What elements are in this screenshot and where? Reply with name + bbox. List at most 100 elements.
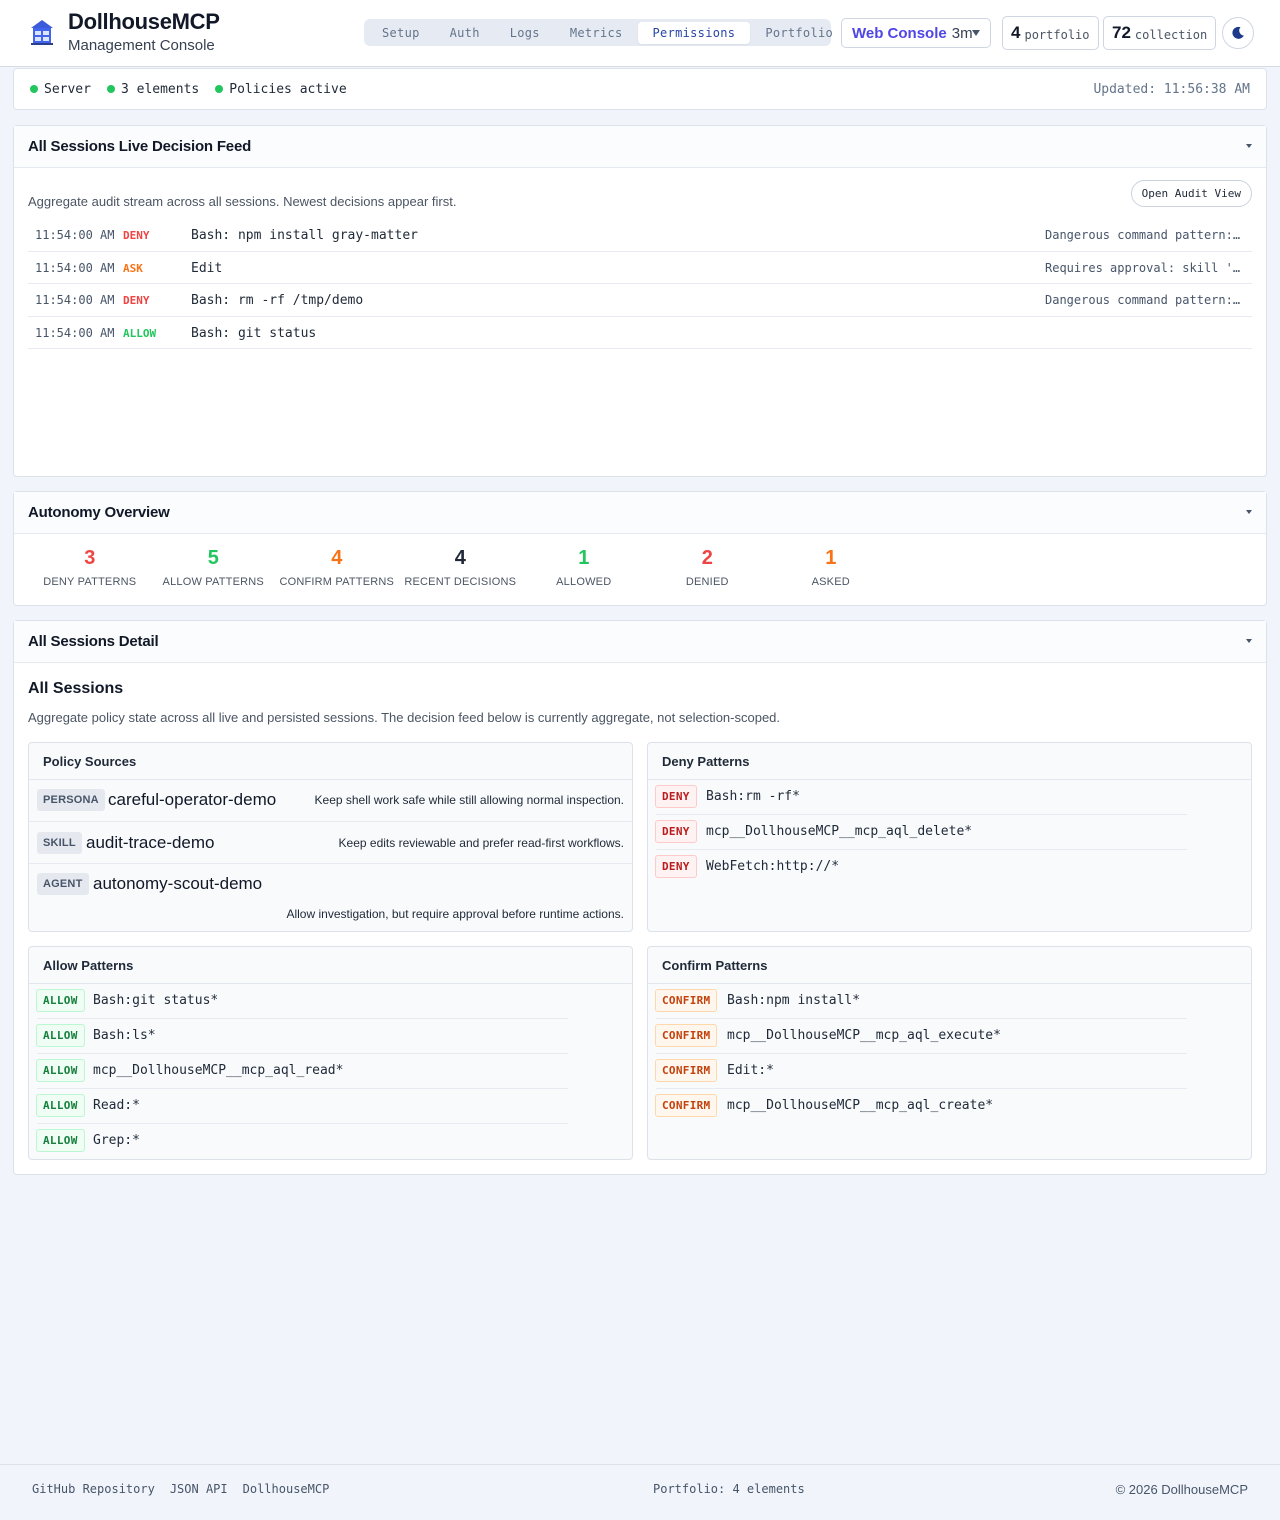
allow-patterns-title: Allow Patterns: [29, 947, 632, 984]
feed-time: 11:54:00 AM: [35, 228, 115, 242]
status-dot-icon: [215, 85, 224, 93]
source-name: autonomy-scout-demo: [93, 874, 263, 893]
allow-badge: ALLOW: [36, 989, 85, 1012]
footer-portfolio-count: Portfolio: 4 elements: [653, 1482, 805, 1496]
collapse-icon[interactable]: [1246, 510, 1252, 514]
allow-badge: ALLOW: [36, 1094, 85, 1117]
tab-permissions[interactable]: Permissions: [637, 21, 751, 44]
stat-value: 1: [825, 547, 837, 569]
stat-allowed: 1 ALLOWED: [522, 547, 646, 588]
portfolio-count-badge[interactable]: 4 portfolio: [1002, 16, 1099, 50]
portfolio-count-label: portfolio: [1024, 28, 1090, 42]
tab-auth[interactable]: Auth: [435, 22, 495, 44]
policies-status-label: Policies active: [229, 81, 347, 97]
collapse-icon[interactable]: [1246, 639, 1252, 643]
policy-source-row[interactable]: PERSONA careful-operator-demo Keep shell…: [29, 780, 632, 822]
dollhouse-logo-icon: [31, 20, 53, 45]
confirm-pattern-row[interactable]: CONFIRM mcp__DollhouseMCP__mcp_aql_creat…: [648, 1089, 1251, 1124]
deny-pattern-row[interactable]: DENY mcp__DollhouseMCP__mcp_aql_delete*: [648, 815, 1251, 850]
feed-decision: DENY: [123, 229, 150, 242]
allow-badge: ALLOW: [36, 1059, 85, 1082]
feed-row[interactable]: 11:54:00 AM DENY Bash: npm install gray-…: [28, 219, 1252, 252]
allow-badge: ALLOW: [36, 1024, 85, 1047]
sessions-detail-title: All Sessions Detail: [28, 633, 159, 650]
source-description: Keep edits reviewable and prefer read-fi…: [338, 836, 624, 850]
feed-time: 11:54:00 AM: [35, 260, 115, 275]
deny-badge: DENY: [655, 785, 697, 808]
feed-reason: Dangerous command pattern:…: [1045, 228, 1241, 242]
feed-tool: Edit: [191, 260, 223, 276]
stat-denied: 2 DENIED: [646, 547, 770, 588]
autonomy-overview-header[interactable]: Autonomy Overview: [14, 492, 1266, 534]
autonomy-overview-title: Autonomy Overview: [28, 504, 170, 521]
app-title: DollhouseMCP: [68, 9, 220, 34]
allow-pattern-row[interactable]: ALLOW Grep:*: [29, 1124, 632, 1159]
tab-logs[interactable]: Logs: [495, 22, 555, 44]
tab-setup[interactable]: Setup: [367, 22, 435, 44]
feed-row[interactable]: 11:54:00 AM ALLOW Bash: git status: [28, 317, 1252, 349]
deny-pattern-row[interactable]: DENY WebFetch:http://*: [648, 850, 1251, 885]
pattern-text: mcp__DollhouseMCP__mcp_aql_delete*: [706, 824, 973, 839]
feed-reason: Requires approval: skill '…: [1045, 260, 1241, 275]
policy-source-row[interactable]: SKILL audit-trace-demo Keep edits review…: [29, 822, 632, 864]
github-link[interactable]: GitHub Repository: [32, 1482, 155, 1496]
stat-label: ASKED: [811, 576, 850, 588]
stat-label: RECENT DECISIONS: [404, 576, 517, 588]
open-audit-view-button[interactable]: Open Audit View: [1130, 180, 1252, 207]
decision-feed-panel: All Sessions Live Decision Feed Aggregat…: [13, 125, 1267, 477]
stat-label: ALLOW PATTERNS: [162, 576, 264, 588]
confirm-pattern-row[interactable]: CONFIRM Bash:npm install*: [648, 984, 1251, 1019]
tab-metrics[interactable]: Metrics: [555, 22, 638, 44]
elements-status: 3 elements: [106, 82, 199, 97]
source-name: careful-operator-demo: [108, 790, 277, 809]
status-dot-icon: [106, 85, 115, 93]
policy-source-row[interactable]: AGENT autonomy-scout-demo Allow investig…: [29, 864, 632, 930]
collection-count-label: collection: [1134, 28, 1208, 42]
decision-feed-description: Aggregate audit stream across all sessio…: [28, 194, 457, 209]
pattern-text: Bash:rm -rf*: [706, 789, 800, 804]
stat-confirm-patterns: 4 CONFIRM PATTERNS: [275, 547, 399, 588]
allow-pattern-row[interactable]: ALLOW Bash:ls*: [29, 1019, 632, 1054]
stat-value: 5: [207, 547, 219, 569]
pattern-text: mcp__DollhouseMCP__mcp_aql_create*: [727, 1098, 994, 1113]
deny-patterns-card: Deny Patterns DENY Bash:rm -rf* DENY mcp…: [647, 742, 1252, 932]
console-session-select[interactable]: Web Console 3m: [841, 18, 991, 48]
allow-patterns-card: Allow Patterns ALLOW Bash:git status* AL…: [28, 946, 633, 1160]
collapse-icon[interactable]: [1246, 144, 1252, 148]
stat-recent-decisions: 4 RECENT DECISIONS: [399, 547, 523, 588]
tab-portfolio[interactable]: Portfolio: [750, 22, 848, 44]
allow-pattern-row[interactable]: ALLOW Read:*: [29, 1089, 632, 1124]
confirm-badge: CONFIRM: [655, 1094, 718, 1117]
top-header: DollhouseMCP Management Console Setup Au…: [0, 0, 1280, 67]
allow-pattern-row[interactable]: ALLOW mcp__DollhouseMCP__mcp_aql_read*: [29, 1054, 632, 1089]
stat-value: 2: [701, 547, 713, 569]
console-age: 3m: [951, 24, 973, 42]
confirm-pattern-row[interactable]: CONFIRM mcp__DollhouseMCP__mcp_aql_execu…: [648, 1019, 1251, 1054]
feed-reason: Dangerous command pattern:…: [1045, 293, 1241, 307]
source-type-badge: PERSONA: [37, 789, 105, 811]
deny-badge: DENY: [655, 820, 697, 843]
confirm-pattern-row[interactable]: CONFIRM Edit:*: [648, 1054, 1251, 1089]
feed-tool: Bash: git status: [191, 325, 317, 341]
allow-pattern-row[interactable]: ALLOW Bash:git status*: [29, 984, 632, 1019]
theme-toggle-button[interactable]: [1222, 17, 1254, 49]
sessions-detail-header[interactable]: All Sessions Detail: [14, 621, 1266, 663]
feed-tool: Bash: npm install gray-matter: [191, 228, 418, 243]
collection-count-badge[interactable]: 72 collection: [1103, 16, 1217, 50]
app-subtitle: Management Console: [68, 37, 215, 54]
autonomy-overview-panel: Autonomy Overview 3 DENY PATTERNS 5 ALLO…: [13, 491, 1267, 606]
policy-sources-title: Policy Sources: [29, 743, 632, 780]
server-status: Server: [30, 82, 91, 97]
dollhousemcp-link[interactable]: DollhouseMCP: [243, 1482, 330, 1496]
console-name: Web Console: [852, 24, 947, 42]
json-api-link[interactable]: JSON API: [170, 1482, 228, 1496]
autonomy-stats: 3 DENY PATTERNS 5 ALLOW PATTERNS 4 CONFI…: [28, 547, 893, 588]
stat-deny-patterns: 3 DENY PATTERNS: [28, 547, 152, 588]
pattern-text: Bash:git status*: [93, 993, 219, 1008]
deny-pattern-row[interactable]: DENY Bash:rm -rf*: [648, 780, 1251, 815]
stat-label: DENY PATTERNS: [43, 576, 137, 588]
decision-feed-header[interactable]: All Sessions Live Decision Feed: [14, 126, 1266, 168]
feed-row[interactable]: 11:54:00 AM ASK Edit Requires approval: …: [28, 252, 1252, 284]
feed-row[interactable]: 11:54:00 AM DENY Bash: rm -rf /tmp/demo …: [28, 284, 1252, 317]
stat-label: ALLOWED: [556, 576, 612, 588]
